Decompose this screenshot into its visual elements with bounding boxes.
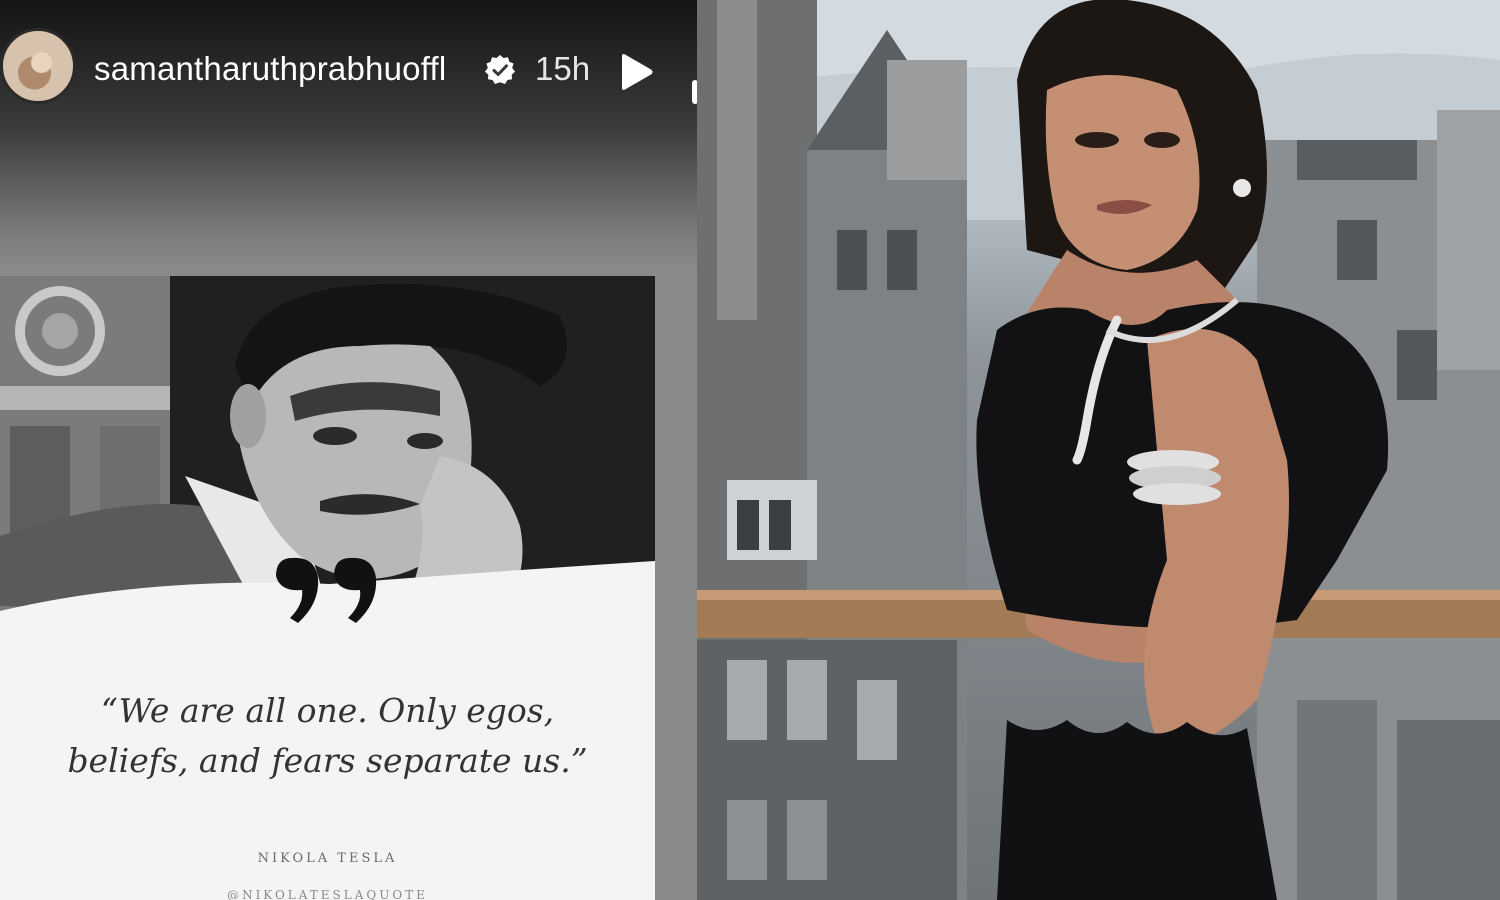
verified-badge-icon: [485, 55, 515, 84]
story-header: samantharuthprabhuoffl 15h: [0, 24, 697, 114]
play-icon[interactable]: [616, 52, 656, 92]
quote-card: “We are all one. Only egos, beliefs, and…: [0, 276, 655, 900]
story-timestamp: 15h: [535, 50, 591, 87]
screenshot-frame: samantharuthprabhuoffl 15h “We are all o…: [0, 0, 1500, 900]
quote-text: “We are all one. Only egos, beliefs, and…: [0, 686, 655, 786]
portrait-photo: [697, 0, 1500, 900]
quote-line-2: beliefs, and fears separate us.”: [67, 741, 588, 780]
quotation-mark-icon: [276, 557, 377, 623]
quote-author: NIKOLA TESLA: [257, 851, 398, 866]
quote-source-handle: @NIKOLATESLAQUOTE: [227, 888, 428, 900]
story-username[interactable]: samantharuthprabhuoffl: [94, 50, 446, 88]
photo-illustration: [697, 0, 1500, 900]
instagram-story-panel: samantharuthprabhuoffl 15h “We are all o…: [0, 0, 697, 900]
quote-line-1: “We are all one. Only egos,: [100, 691, 555, 730]
profile-avatar[interactable]: [0, 28, 76, 104]
